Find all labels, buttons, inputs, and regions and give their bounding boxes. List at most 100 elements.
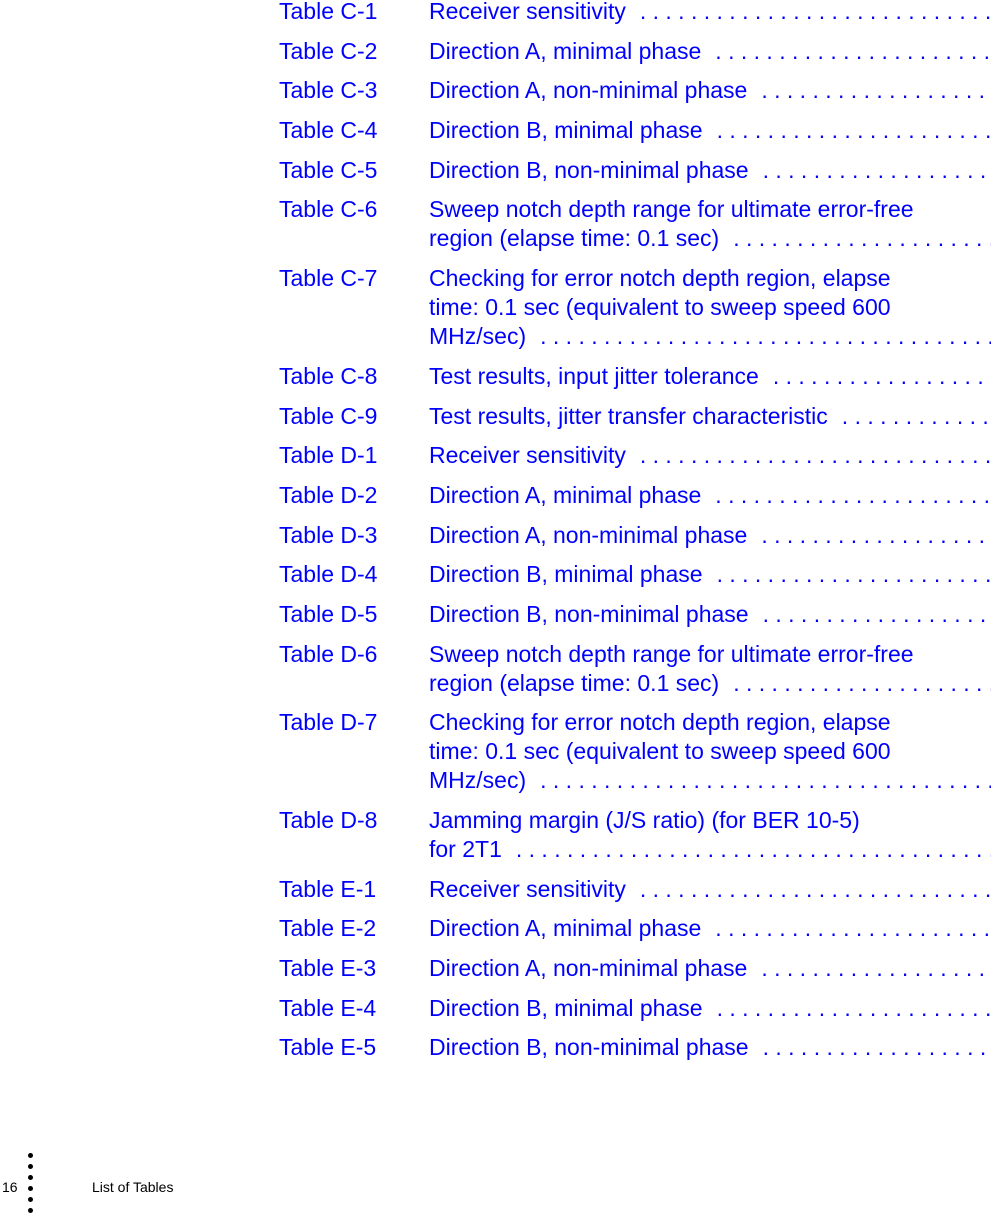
table-title[interactable]: Direction A, non-minimal phase . . . . . … — [429, 954, 991, 983]
toc-entry[interactable]: Table C-2 Direction A, minimal phase . . .… — [279, 37, 991, 66]
dotted-rule-icon — [28, 1153, 34, 1219]
toc-entry[interactable]: Table D-6 Sweep notch depth range for ult… — [279, 640, 991, 698]
dot-leader: . . . . . . . . . . . . . . . . . . . . … — [716, 117, 991, 144]
table-title[interactable]: Receiver sensitivity . . . . . . . . . . … — [429, 875, 991, 904]
toc-entry[interactable]: Table D-5 Direction B, non-minimal phase.… — [279, 600, 991, 629]
title-line: Test results, jitter transfer characteri… — [429, 402, 991, 431]
table-number[interactable]: Table E-5 — [279, 1033, 429, 1062]
table-title[interactable]: Sweep notch depth range for ultimate err… — [429, 195, 991, 253]
title-text: Jamming margin (J/S ratio) (for BER 10-5… — [429, 807, 860, 833]
toc-entry[interactable]: Table E-3 Direction A, non-minimal phase.… — [279, 954, 991, 983]
table-number[interactable]: Table C-2 — [279, 37, 429, 66]
table-title[interactable]: Direction B, non-minimal phase . . . . . … — [429, 600, 991, 629]
dot-leader: . . . . . . . . . . . . . . . . . . . . … — [540, 767, 991, 794]
dot-leader: . . . . . . . . . . . . . . . . . . . . … — [639, 0, 991, 24]
title-line: Direction A, minimal phase . . . . . . . … — [429, 481, 991, 510]
table-title[interactable]: Sweep notch depth range for ultimate err… — [429, 640, 991, 698]
table-title[interactable]: Direction A, minimal phase . . . . . . . … — [429, 481, 991, 510]
table-number[interactable]: Table D-2 — [279, 481, 429, 510]
title-text: Direction B, minimal phase — [429, 994, 703, 1021]
title-line: Sweep notch depth range for ultimate err… — [429, 640, 991, 669]
table-title[interactable]: Checking for error notch depth region, e… — [429, 264, 991, 351]
title-text: region (elapse time: 0.1 sec) — [429, 669, 720, 696]
table-number[interactable]: Table E-3 — [279, 954, 429, 983]
table-title[interactable]: Direction B, minimal phase . . . . . . . … — [429, 560, 991, 589]
toc-entry[interactable]: Table C-6 Sweep notch depth range for ult… — [279, 195, 991, 253]
title-text: Direction B, minimal phase — [429, 561, 703, 588]
table-title[interactable]: Receiver sensitivity . . . . . . . . . . … — [429, 0, 991, 26]
title-text: Direction B, non-minimal phase — [429, 600, 749, 627]
title-line: Direction A, non-minimal phase . . . . . … — [429, 521, 991, 550]
table-number[interactable]: Table C-5 — [279, 156, 429, 185]
toc-entry[interactable]: Table D-4 Direction B, minimal phase . . .… — [279, 560, 991, 589]
table-title[interactable]: Checking for error notch depth region, e… — [429, 708, 991, 795]
table-title[interactable]: Jamming margin (J/S ratio) (for BER 10-5… — [429, 806, 991, 864]
table-title[interactable]: Test results, jitter transfer characteri… — [429, 402, 991, 431]
toc-entry[interactable]: Table C-7 Checking for error notch depth … — [279, 264, 991, 351]
dot-leader: . . . . . . . . . . . . . . . . . . . . … — [715, 37, 991, 64]
table-title[interactable]: Direction B, non-minimal phase . . . . . … — [429, 156, 991, 185]
toc-entry[interactable]: Table C-4 Direction B, minimal phase . . .… — [279, 116, 991, 145]
table-title[interactable]: Direction A, minimal phase . . . . . . . … — [429, 914, 991, 943]
section-title: List of Tables — [92, 1179, 174, 1195]
dot-leader: . . . . . . . . . . . . . . . . . . . . … — [515, 836, 991, 862]
toc-entry[interactable]: Table D-8 Jamming margin (J/S ratio) (for… — [279, 806, 991, 864]
dot-leader: . . . . . . . . . . . . . . . . . . . . … — [715, 481, 991, 508]
toc-entry[interactable]: Table E-1 Receiver sensitivity . . . . . .… — [279, 875, 991, 904]
dot-leader: . . . . . . . . . . . . . . . . . . . . … — [733, 669, 991, 696]
toc-entry[interactable]: Table C-5 Direction B, non-minimal phase.… — [279, 156, 991, 185]
table-number[interactable]: Table D-7 — [279, 708, 429, 795]
dot-leader: . . . . . . . . . . . . . . . . . . . . … — [733, 225, 991, 252]
table-title[interactable]: Direction A, non-minimal phase . . . . . … — [429, 76, 991, 105]
table-title[interactable]: Direction A, minimal phase . . . . . . . … — [429, 37, 991, 66]
title-line: Direction A, minimal phase . . . . . . . … — [429, 914, 991, 943]
title-text: Test results, input jitter tolerance — [429, 362, 759, 389]
toc-entry[interactable]: Table C-3 Direction A, non-minimal phase.… — [279, 76, 991, 105]
dot-leader: . . . . . . . . . . . . . . . . . . . . … — [762, 1034, 991, 1061]
title-line: for 2T1 . . . . . . . . . . . . . . . . .… — [429, 835, 991, 864]
title-text: Sweep notch depth range for ultimate err… — [429, 640, 914, 667]
table-number[interactable]: Table D-8 — [279, 806, 429, 864]
table-number[interactable]: Table C-1 — [279, 0, 429, 26]
dot-leader: . . . . . . . . . . . . . . . . . . . . … — [540, 323, 991, 350]
title-line: Receiver sensitivity . . . . . . . . . . … — [429, 441, 991, 470]
table-number[interactable]: Table D-1 — [279, 441, 429, 470]
table-number[interactable]: Table C-3 — [279, 76, 429, 105]
title-line: MHz/sec) . . . . . . . . . . . . . . . . … — [429, 322, 991, 351]
table-number[interactable]: Table C-9 — [279, 402, 429, 431]
table-number[interactable]: Table C-4 — [279, 116, 429, 145]
table-number[interactable]: Table D-6 — [279, 640, 429, 698]
table-number[interactable]: Table E-4 — [279, 994, 429, 1023]
title-line: time: 0.1 sec (equivalent to sweep speed… — [429, 293, 991, 322]
table-title[interactable]: Direction B, non-minimal phase . . . . . … — [429, 1033, 991, 1062]
toc-entry[interactable]: Table C-1 Receiver sensitivity . . . . . .… — [279, 0, 991, 26]
table-number[interactable]: Table D-5 — [279, 600, 429, 629]
table-number[interactable]: Table D-4 — [279, 560, 429, 589]
title-line: Direction A, minimal phase . . . . . . . … — [429, 37, 991, 66]
title-text: Receiver sensitivity — [429, 875, 626, 902]
table-title[interactable]: Direction A, non-minimal phase . . . . . … — [429, 521, 991, 550]
table-number[interactable]: Table D-3 — [279, 521, 429, 550]
toc-entry[interactable]: Table D-3 Direction A, non-minimal phase.… — [279, 521, 991, 550]
title-text: Direction A, minimal phase — [429, 481, 702, 508]
title-line: Receiver sensitivity . . . . . . . . . . … — [429, 875, 991, 904]
table-number[interactable]: Table E-2 — [279, 914, 429, 943]
toc-entry[interactable]: Table C-9 Test results, jitter transfer c… — [279, 402, 991, 431]
toc-entry[interactable]: Table C-8 Test results, input jitter tole… — [279, 362, 991, 391]
title-line: Direction B, minimal phase . . . . . . . … — [429, 116, 991, 145]
table-title[interactable]: Test results, input jitter tolerance . . … — [429, 362, 991, 391]
table-number[interactable]: Table C-8 — [279, 362, 429, 391]
toc-entry[interactable]: Table E-2 Direction A, minimal phase . . .… — [279, 914, 991, 943]
toc-entry[interactable]: Table D-7 Checking for error notch depth … — [279, 708, 991, 795]
table-number[interactable]: Table C-6 — [279, 195, 429, 253]
title-text: Checking for error notch depth region, e… — [429, 265, 891, 292]
table-number[interactable]: Table E-1 — [279, 875, 429, 904]
toc-entry[interactable]: Table D-2 Direction A, minimal phase . . .… — [279, 481, 991, 510]
toc-entry[interactable]: Table D-1 Receiver sensitivity . . . . . .… — [279, 441, 991, 470]
table-number[interactable]: Table C-7 — [279, 264, 429, 351]
toc-entry[interactable]: Table E-5 Direction B, non-minimal phase.… — [279, 1033, 991, 1062]
toc-entry[interactable]: Table E-4 Direction B, minimal phase . . .… — [279, 994, 991, 1023]
table-title[interactable]: Direction B, minimal phase . . . . . . . … — [429, 994, 991, 1023]
table-title[interactable]: Direction B, minimal phase . . . . . . . … — [429, 116, 991, 145]
table-title[interactable]: Receiver sensitivity . . . . . . . . . . … — [429, 441, 991, 470]
